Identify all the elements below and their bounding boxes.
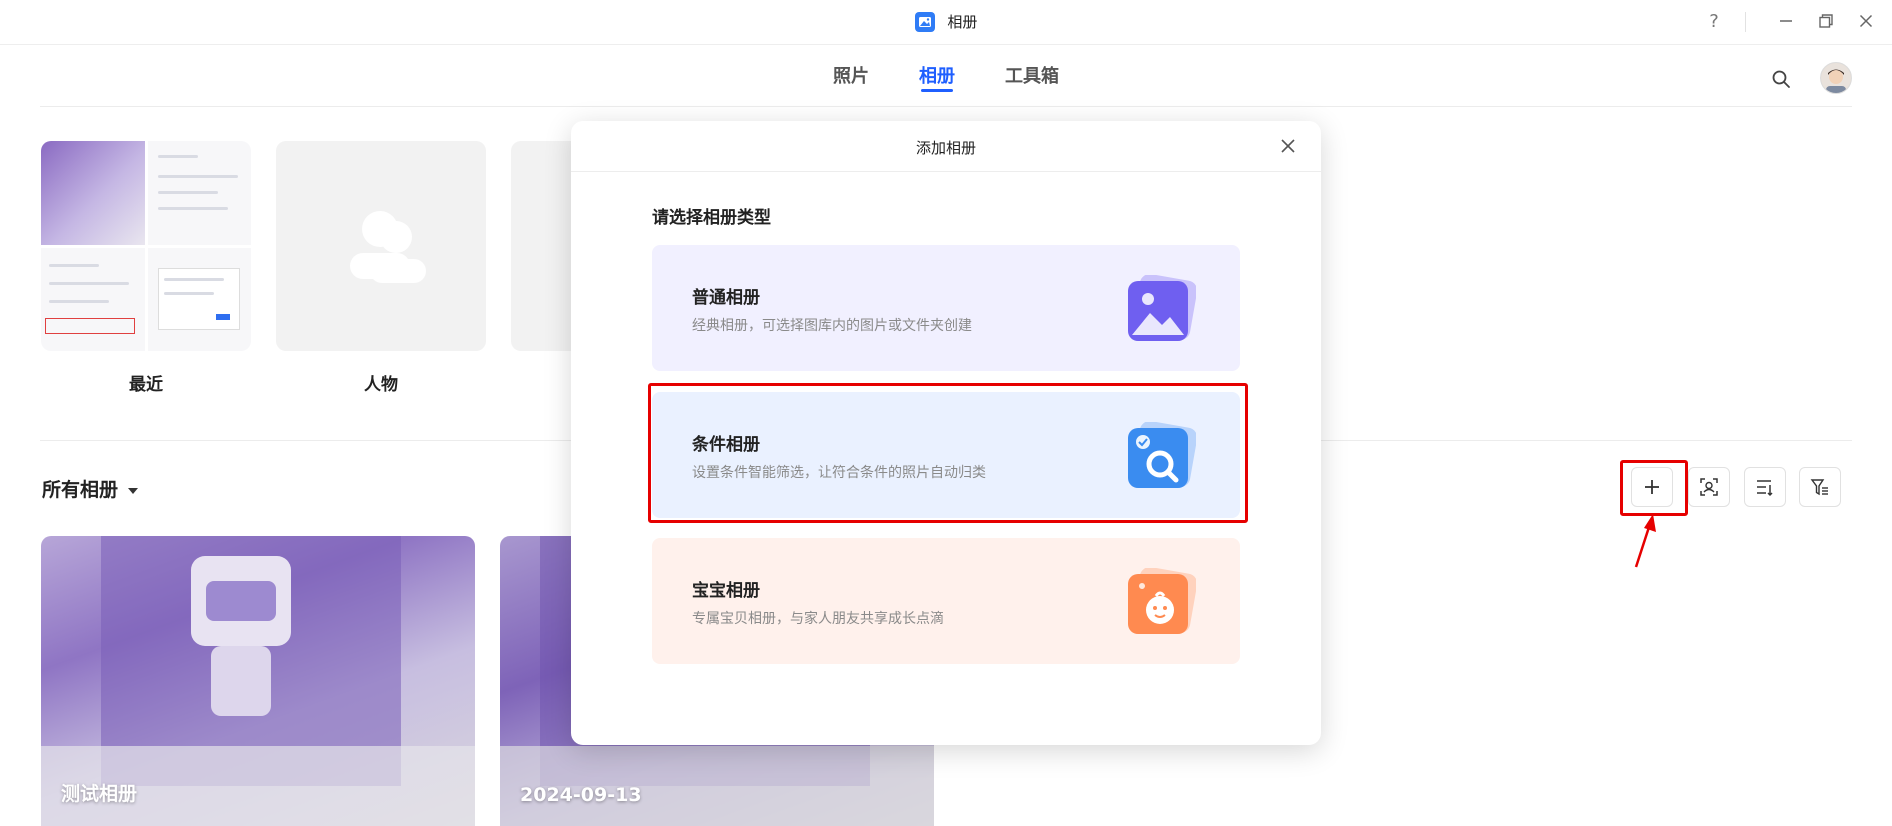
tab-photos[interactable]: 照片 — [833, 60, 869, 98]
album-icon — [914, 11, 935, 32]
album-card-recent[interactable] — [41, 141, 251, 351]
thumbnail — [147, 247, 251, 351]
sort-button[interactable] — [1744, 467, 1786, 507]
album-label-2024-09-13: 2024-09-13 — [520, 784, 642, 806]
close-icon — [1859, 14, 1873, 28]
minimize-icon — [1780, 20, 1792, 22]
restore-icon — [1819, 14, 1833, 28]
dialog-subtitle: 请选择相册类型 — [652, 208, 771, 228]
add-button-highlight — [1620, 460, 1688, 516]
option-desc: 经典相册，可选择图库内的图片或文件夹创建 — [692, 318, 972, 334]
search-icon — [1772, 70, 1790, 88]
album-label-test: 测试相册 — [61, 783, 138, 805]
album-card-people[interactable] — [276, 141, 486, 351]
arrow-annotation-icon — [1634, 514, 1656, 568]
tab-albums[interactable]: 相册 — [919, 60, 955, 98]
thumbnail — [147, 141, 251, 245]
title-bar: 相册 ? — [0, 0, 1892, 45]
recent-thumbnails — [41, 141, 251, 351]
window-close-button[interactable] — [1852, 8, 1880, 34]
minimize-button[interactable] — [1772, 8, 1800, 34]
help-button[interactable]: ? — [1700, 8, 1728, 34]
face-scan-button[interactable] — [1688, 467, 1730, 507]
option-normal-album[interactable]: 普通相册 经典相册，可选择图库内的图片或文件夹创建 — [652, 245, 1240, 371]
restore-button[interactable] — [1812, 8, 1840, 34]
caret-down-icon — [128, 487, 139, 494]
dialog-title: 添加相册 — [915, 139, 976, 157]
nav-divider — [40, 106, 1852, 107]
tab-toolbox[interactable]: 工具箱 — [1005, 60, 1059, 98]
dialog-header: 添加相册 — [571, 121, 1321, 172]
app-title: 相册 — [0, 11, 1892, 32]
option-baby-album[interactable]: 宝宝相册 专属宝贝相册，与家人朋友共享成长点滴 — [652, 538, 1240, 664]
user-avatar-icon — [1821, 63, 1851, 93]
image-icon — [1128, 275, 1196, 341]
thumbnail — [41, 141, 145, 245]
option-name: 宝宝相册 — [692, 581, 760, 601]
all-albums-label: 所有相册 — [42, 479, 119, 501]
app-title-text: 相册 — [947, 13, 978, 31]
window-controls-divider — [1745, 12, 1746, 32]
album-label-people: 人物 — [364, 375, 398, 395]
album-label-recent: 最近 — [129, 375, 163, 395]
option-name: 普通相册 — [692, 288, 760, 308]
face-scan-icon — [1700, 478, 1718, 496]
close-icon — [1281, 139, 1295, 153]
option-desc: 专属宝贝相册，与家人朋友共享成长点滴 — [692, 611, 944, 627]
filter-button[interactable] — [1799, 467, 1841, 507]
album-card-test[interactable]: 测试相册 — [41, 536, 475, 826]
sort-icon — [1757, 480, 1773, 497]
main-nav: 照片 相册 工具箱 — [0, 60, 1892, 106]
filter-icon — [1810, 479, 1828, 496]
thumbnail — [41, 247, 145, 351]
smart-album-highlight — [648, 383, 1248, 523]
avatar[interactable] — [1820, 62, 1852, 94]
baby-face-icon — [1128, 568, 1196, 634]
search-button[interactable] — [1766, 64, 1796, 94]
dialog-close-button[interactable] — [1277, 135, 1299, 157]
people-placeholder-icon — [350, 211, 426, 283]
all-albums-dropdown[interactable]: 所有相册 — [42, 475, 139, 502]
